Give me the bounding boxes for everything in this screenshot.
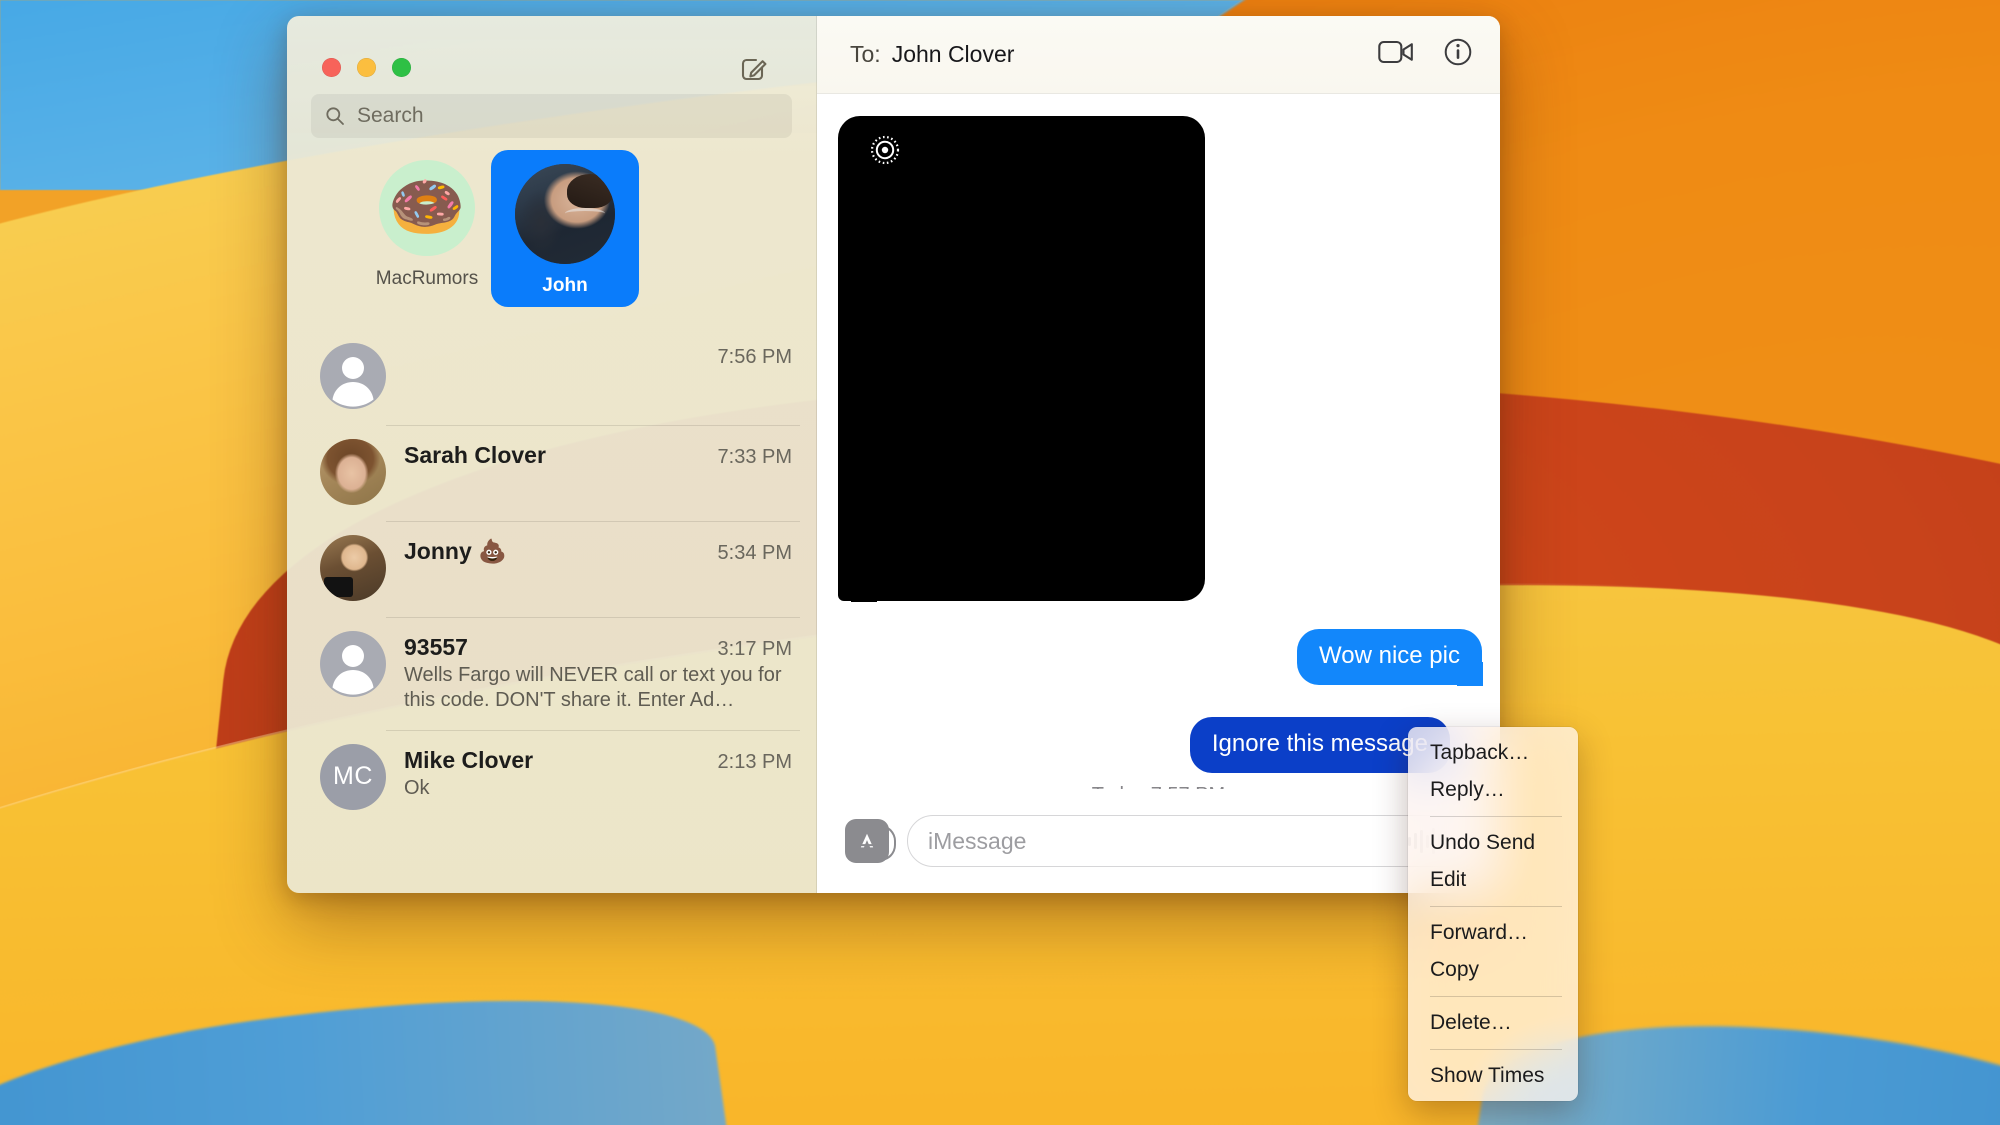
conversation-body: 7:56 PM [404, 343, 792, 371]
facetime-video-icon [1378, 40, 1413, 64]
avatar-photo-sarah [320, 439, 386, 505]
conversation-name: 93557 [404, 634, 468, 660]
search-placeholder: Search [357, 104, 424, 127]
sidebar-titlebar [287, 16, 816, 94]
header-actions [1378, 38, 1472, 71]
search-input[interactable]: Search [311, 94, 792, 138]
conversation-info-button[interactable] [1444, 38, 1472, 71]
messages-window: Search 🍩 MacRumors John 7:56 PM Sarah Cl… [287, 16, 1500, 893]
message-bubble-sent[interactable]: Wow nice pic [1297, 629, 1483, 686]
conversation-row[interactable]: Jonny 💩 5:34 PM [287, 521, 816, 617]
pinned-label-john: John [542, 275, 588, 296]
pinned-item-john[interactable]: John [491, 150, 639, 307]
avatar [320, 535, 386, 601]
window-traffic-lights [322, 58, 411, 77]
search-icon [326, 107, 344, 125]
sidebar: Search 🍩 MacRumors John 7:56 PM Sarah Cl… [287, 16, 817, 893]
conversation-row[interactable]: MC Mike Clover 2:13 PM Ok [287, 729, 816, 826]
avatar [320, 439, 386, 505]
zoom-button[interactable] [392, 58, 411, 77]
avatar [320, 343, 386, 409]
app-store-icon [860, 833, 874, 848]
close-button[interactable] [322, 58, 341, 77]
context-menu-separator [1430, 996, 1562, 997]
conversation-preview: Wells Fargo will NEVER call or text you … [404, 664, 782, 712]
app-store-button[interactable] [845, 819, 896, 863]
loading-target-icon [870, 135, 900, 165]
avatar-photo-jonny [320, 535, 386, 601]
to-label: To: [850, 41, 881, 67]
conversation-row[interactable]: Sarah Clover 7:33 PM [287, 425, 816, 521]
donut-icon: 🍩 [388, 173, 466, 242]
avatar: MC [320, 743, 386, 810]
conversation-body: 93557 3:17 PM Wells Fargo will NEVER cal… [404, 631, 792, 714]
bubble-tail [851, 578, 877, 602]
context-menu-separator [1430, 1049, 1562, 1050]
conversation-time: 5:34 PM [717, 542, 792, 564]
context-menu-item-undo-send[interactable]: Undo Send [1408, 824, 1578, 861]
conversation-header-bar: To: John Clover [817, 16, 1500, 94]
conversation-name: Mike Clover [404, 746, 534, 773]
facetime-video-button[interactable] [1378, 39, 1414, 70]
avatar [320, 631, 386, 697]
conversation-pane: To: John Clover Wow nice pic Ignore this… [817, 16, 1500, 893]
info-icon [1444, 38, 1472, 66]
conversation-time: 2:13 PM [717, 750, 792, 773]
image-attachment-bubble[interactable] [838, 116, 1205, 602]
search-container: Search [287, 94, 816, 138]
context-menu-item-tapback[interactable]: Tapback… [1408, 734, 1578, 771]
minimize-button[interactable] [357, 58, 376, 77]
conversation-time: 7:33 PM [717, 446, 792, 468]
conversation-name: Sarah Clover [404, 442, 546, 468]
conversation-name: Jonny 💩 [404, 538, 507, 564]
conversation-body: Jonny 💩 5:34 PM [404, 535, 792, 567]
donut-emoji-avatar: 🍩 [379, 160, 475, 256]
message-thread: Wow nice pic Today 7:57 PM Ignore this m… [817, 94, 1500, 789]
context-menu-separator [1430, 816, 1562, 817]
message-text: Wow nice pic [1319, 642, 1460, 669]
context-menu-item-copy[interactable]: Copy [1408, 951, 1578, 988]
bubble-tail [1457, 662, 1483, 686]
conversation-header: 93557 3:17 PM [404, 634, 792, 661]
conversation-header: 7:56 PM [404, 346, 792, 369]
context-menu-item-edit[interactable]: Edit [1408, 861, 1578, 898]
conversation-list: 7:56 PM Sarah Clover 7:33 PM Jonny 💩 5:3… [287, 329, 816, 826]
context-menu-item-forward[interactable]: Forward… [1408, 914, 1578, 951]
message-text: Ignore this message [1211, 730, 1428, 757]
pinned-label-macrumors: MacRumors [375, 268, 479, 289]
message-context-menu: Tapback… Reply… Undo Send Edit Forward… … [1408, 727, 1578, 1101]
message-input[interactable]: iMessage [907, 815, 1474, 867]
avatar-photo-john [515, 164, 615, 264]
conversation-preview: Ok [404, 776, 430, 799]
conversation-row[interactable]: 7:56 PM [287, 329, 816, 425]
conversation-header: Mike Clover 2:13 PM [404, 747, 792, 774]
pinned-conversations: 🍩 MacRumors John [287, 138, 816, 307]
avatar-initials: MC [333, 762, 373, 791]
context-menu-item-show-times[interactable]: Show Times [1408, 1057, 1578, 1094]
pinned-item-macrumors[interactable]: 🍩 MacRumors [375, 160, 479, 307]
recipient-name[interactable]: John Clover [892, 41, 1015, 68]
message-placeholder: iMessage [928, 827, 1027, 854]
avatar-john [515, 164, 615, 264]
conversation-header: Jonny 💩 5:34 PM [404, 538, 792, 565]
person-placeholder-icon [332, 357, 374, 407]
conversation-time: 7:56 PM [717, 346, 792, 368]
conversation-header: Sarah Clover 7:33 PM [404, 442, 792, 469]
conversation-row[interactable]: 93557 3:17 PM Wells Fargo will NEVER cal… [287, 617, 816, 730]
context-menu-item-delete[interactable]: Delete… [1408, 1004, 1578, 1041]
conversation-body: Sarah Clover 7:33 PM [404, 439, 792, 471]
context-menu-separator [1430, 906, 1562, 907]
conversation-body: Mike Clover 2:13 PM Ok [404, 744, 792, 801]
compose-new-message-button[interactable] [738, 52, 770, 84]
compose-pencil-icon [741, 58, 767, 81]
context-menu-item-reply[interactable]: Reply… [1408, 771, 1578, 808]
conversation-time: 3:17 PM [717, 638, 792, 660]
message-composer: iMessage [817, 789, 1500, 893]
person-placeholder-icon [332, 645, 374, 695]
